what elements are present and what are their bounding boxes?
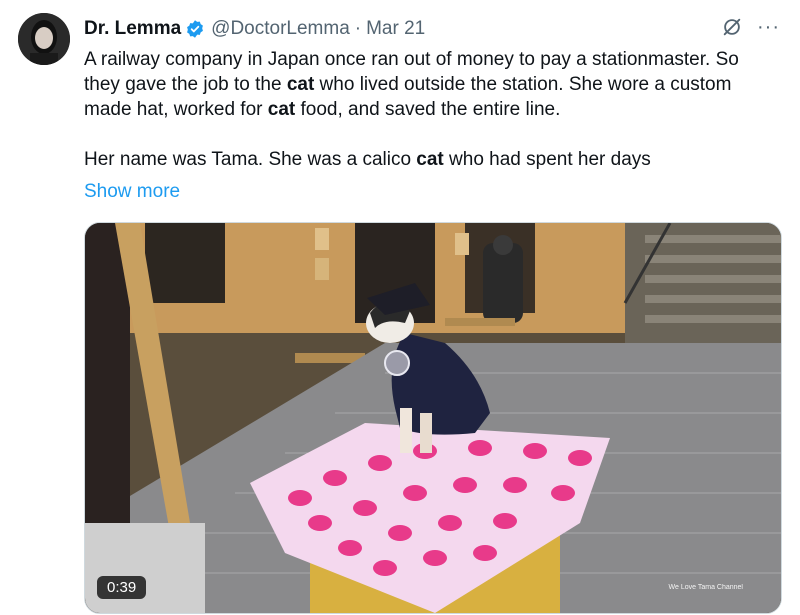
video-player[interactable]: 0:39 We Love Tama Channel (84, 222, 782, 614)
grok-icon[interactable] (721, 16, 743, 38)
text-segment: Her name was Tama. She was a calico (84, 149, 417, 170)
header-separator: · (354, 18, 362, 39)
tweet-paragraph-1: A railway company in Japan once ran out … (84, 47, 774, 122)
highlighted-word: cat (286, 74, 315, 95)
author-name[interactable]: Dr. Lemma (84, 18, 181, 40)
header-actions: ··· (721, 16, 780, 38)
more-options-icon[interactable]: ··· (757, 17, 780, 37)
tweet-paragraph-2: Her name was Tama. She was a calico cat … (84, 147, 774, 172)
tweet-header: Dr. Lemma @DoctorLemma · Mar 21 ··· (84, 16, 780, 42)
highlighted-word: cat (267, 99, 296, 120)
text-segment: food, and saved the entire line. (295, 99, 561, 120)
video-duration: 0:39 (97, 576, 147, 599)
show-more-link[interactable]: Show more (84, 181, 180, 203)
text-segment: who had spent her days (443, 149, 651, 170)
tweet-date[interactable]: Mar 21 (366, 18, 425, 40)
highlighted-word: cat (416, 149, 444, 170)
video-frame (85, 223, 781, 613)
avatar[interactable] (18, 13, 70, 65)
author-handle[interactable]: @DoctorLemma (211, 18, 350, 40)
tweet-text: A railway company in Japan once ran out … (84, 47, 774, 172)
video-watermark: We Love Tama Channel (668, 584, 743, 591)
verified-badge-icon (185, 19, 205, 39)
